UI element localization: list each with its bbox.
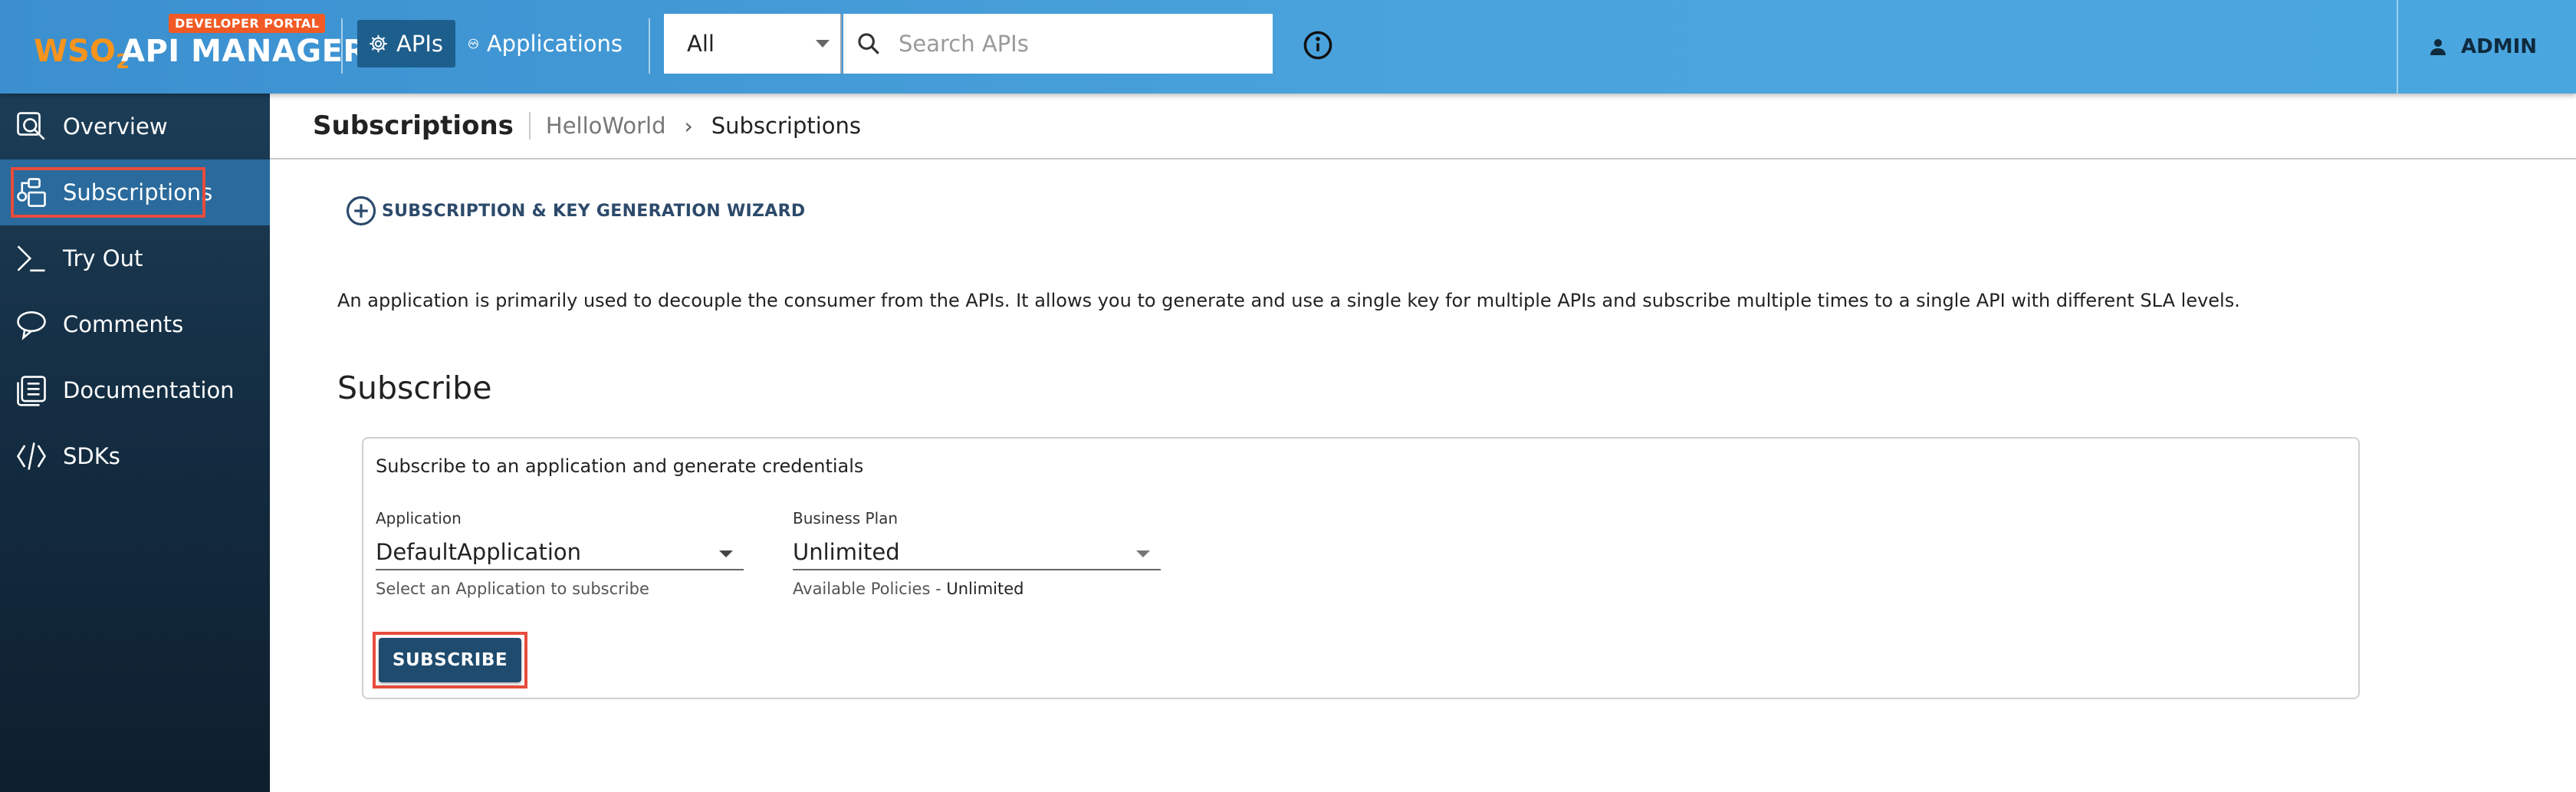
- sidebar-item-label: SDKs: [63, 443, 120, 469]
- divider: [341, 18, 343, 74]
- search-icon: [858, 33, 879, 54]
- developer-portal-badge: DEVELOPER PORTAL: [169, 14, 326, 33]
- business-plan-select[interactable]: Business Plan Unlimited Available Polici…: [793, 509, 1161, 598]
- sidebar-item-label: Documentation: [63, 377, 235, 403]
- nav-apis-button[interactable]: APIs: [357, 20, 455, 67]
- breadcrumb-api-link[interactable]: HelloWorld: [546, 113, 666, 139]
- documentation-icon: [17, 376, 46, 406]
- divider: [528, 112, 531, 140]
- sidebar-item-comments[interactable]: Comments: [0, 291, 270, 357]
- logo-brand: WSO2: [34, 34, 130, 74]
- highlight-box: [11, 167, 205, 218]
- subscription-wizard-button[interactable]: SUBSCRIPTION & KEY GENERATION WIZARD: [345, 195, 805, 227]
- nav-applications-label: Applications: [486, 31, 623, 57]
- chevron-right-icon: ›: [684, 113, 693, 139]
- sidebar-item-overview[interactable]: Overview: [0, 94, 270, 159]
- subscribe-card: Subscribe to an application and generate…: [362, 437, 2360, 699]
- wizard-label: SUBSCRIPTION & KEY GENERATION WIZARD: [382, 201, 806, 221]
- chevron-down-icon: [719, 550, 733, 557]
- code-icon: [16, 442, 47, 470]
- terminal-icon: [17, 245, 45, 272]
- sidebar-item-documentation[interactable]: Documentation: [0, 357, 270, 423]
- nav-apis-label: APIs: [396, 31, 443, 57]
- wso2-api-manager-logo[interactable]: DEVELOPER PORTAL WSO2 API MANAGER: [34, 14, 366, 83]
- business-plan-helper-text: Available Policies - Unlimited: [793, 580, 1024, 598]
- sidebar-item-label: Comments: [63, 311, 184, 337]
- page-title: Subscriptions: [313, 110, 514, 141]
- add-circle-icon: [346, 196, 376, 226]
- chevron-down-icon: [1136, 550, 1150, 557]
- applications-icon: [468, 38, 478, 49]
- card-title: Subscribe to an application and generate…: [376, 455, 864, 477]
- gear-icon: [370, 35, 387, 53]
- business-plan-dropdown[interactable]: Unlimited: [793, 535, 1161, 570]
- business-plan-value: Unlimited: [793, 539, 900, 565]
- overview-icon: [17, 112, 45, 140]
- search-input[interactable]: [897, 30, 1253, 58]
- logo-product-name: API MANAGER: [121, 34, 367, 69]
- search-scope-select[interactable]: All: [664, 14, 842, 74]
- chevron-down-icon: [816, 40, 830, 48]
- highlight-box: SUBSCRIBE: [373, 632, 527, 688]
- divider: [649, 18, 650, 74]
- left-sidebar: Overview Subscriptions Try Out Comments …: [0, 94, 270, 792]
- breadcrumb: Subscriptions HelloWorld › Subscriptions: [270, 94, 2576, 159]
- sidebar-item-try-out[interactable]: Try Out: [0, 225, 270, 291]
- application-label: Application: [376, 509, 462, 527]
- application-description: An application is primarily used to deco…: [337, 290, 2240, 311]
- subscribe-button[interactable]: SUBSCRIBE: [379, 638, 521, 682]
- top-app-bar: DEVELOPER PORTAL WSO2 API MANAGER APIs A…: [0, 0, 2576, 94]
- subscribe-heading: Subscribe: [337, 370, 492, 406]
- sidebar-item-sdks[interactable]: SDKs: [0, 423, 270, 489]
- application-select[interactable]: Application DefaultApplication Select an…: [376, 509, 744, 598]
- sidebar-item-label: Overview: [63, 113, 168, 140]
- nav-applications-button[interactable]: Applications: [457, 20, 635, 67]
- business-plan-label: Business Plan: [793, 509, 899, 527]
- application-dropdown[interactable]: DefaultApplication: [376, 535, 744, 570]
- user-menu-button[interactable]: ADMIN: [2397, 0, 2576, 94]
- search-scope-value: All: [687, 31, 715, 57]
- sidebar-item-subscriptions[interactable]: Subscriptions: [0, 159, 270, 225]
- user-name: ADMIN: [2461, 35, 2538, 58]
- comments-icon: [17, 311, 46, 340]
- info-icon[interactable]: [1302, 29, 1334, 61]
- user-icon: [2430, 39, 2446, 55]
- application-value: DefaultApplication: [376, 539, 581, 565]
- application-helper-text: Select an Application to subscribe: [376, 580, 649, 598]
- breadcrumb-current: Subscriptions: [711, 113, 862, 139]
- search-bar[interactable]: [843, 14, 1273, 74]
- sidebar-item-label: Try Out: [63, 245, 143, 271]
